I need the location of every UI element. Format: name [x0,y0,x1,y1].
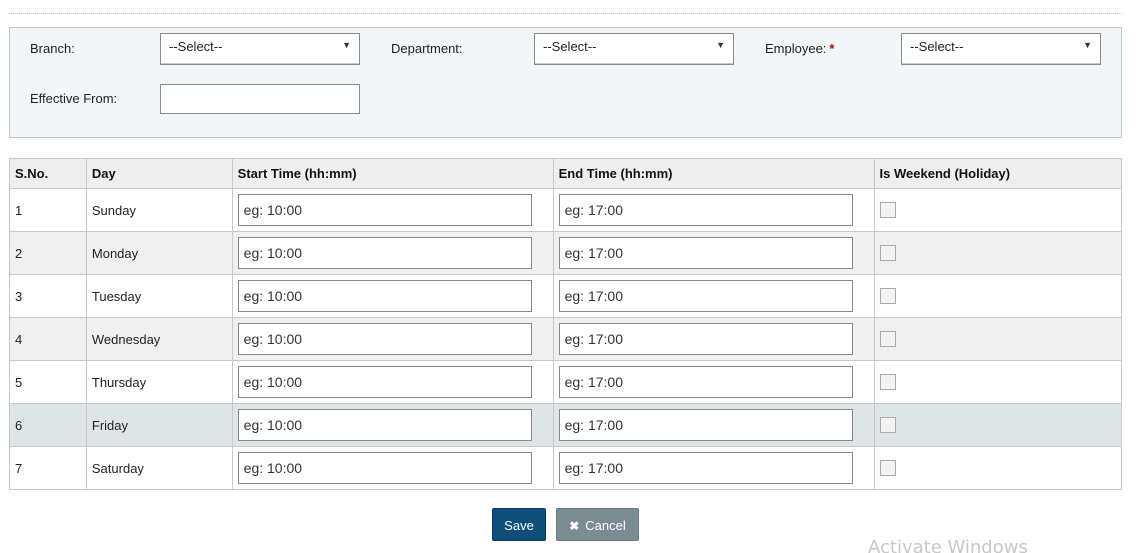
table-row: 7 Saturday eg: 10:00 eg: 17:00 [9,446,1123,490]
employee-select[interactable]: --Select-- ▼ [901,33,1101,65]
row-day: Tuesday [85,274,233,318]
row-day: Monday [85,231,233,275]
end-time-input[interactable]: eg: 17:00 [558,194,853,226]
header-is-weekend: Is Weekend (Holiday) [873,158,1123,189]
row-sno: 5 [9,360,87,404]
windows-activation-watermark: Activate Windows [868,537,1028,553]
row-day: Thursday [85,360,233,404]
branch-select[interactable]: --Select-- ▼ [160,33,360,65]
table-row: 5 Thursday eg: 10:00 eg: 17:00 [9,360,1123,404]
row-day: Sunday [85,188,233,232]
end-time-input[interactable]: eg: 17:00 [558,237,853,269]
cancel-button[interactable]: ✖ Cancel [556,508,639,541]
schedule-table: S.No. Day Start Time (hh:mm) End Time (h… [9,158,1123,490]
header-day: Day [85,158,233,189]
table-row: 3 Tuesday eg: 10:00 eg: 17:00 [9,274,1123,318]
row-sno: 4 [9,317,87,361]
end-time-input[interactable]: eg: 17:00 [558,409,853,441]
end-time-input[interactable]: eg: 17:00 [558,280,853,312]
weekend-checkbox[interactable] [879,460,896,476]
weekend-checkbox[interactable] [879,331,896,347]
department-select[interactable]: --Select-- ▼ [534,33,734,65]
employee-label: Employee: * [765,41,834,56]
employee-select-value: --Select-- [910,39,964,54]
row-sno: 7 [9,446,87,490]
row-sno: 3 [9,274,87,318]
row-sno: 2 [9,231,87,275]
row-day: Wednesday [85,317,233,361]
weekend-checkbox[interactable] [879,374,896,390]
start-time-input[interactable]: eg: 10:00 [237,280,532,312]
start-time-input[interactable]: eg: 10:00 [237,366,532,398]
header-end-time: End Time (hh:mm) [552,158,875,189]
branch-select-value: --Select-- [169,39,223,54]
table-header-row: S.No. Day Start Time (hh:mm) End Time (h… [9,158,1123,189]
save-button[interactable]: Save [492,508,546,541]
header-sno: S.No. [9,158,87,189]
end-time-input[interactable]: eg: 17:00 [558,452,853,484]
start-time-input[interactable]: eg: 10:00 [237,237,532,269]
branch-label: Branch: [30,41,75,56]
end-time-input[interactable]: eg: 17:00 [558,366,853,398]
row-sno: 6 [9,403,87,447]
weekend-checkbox[interactable] [879,202,896,218]
end-time-input[interactable]: eg: 17:00 [558,323,853,355]
start-time-input[interactable]: eg: 10:00 [237,323,532,355]
cancel-button-label: Cancel [585,518,626,533]
weekend-checkbox[interactable] [879,245,896,261]
department-select-value: --Select-- [543,39,597,54]
table-row: 4 Wednesday eg: 10:00 eg: 17:00 [9,317,1123,361]
table-row: 1 Sunday eg: 10:00 eg: 17:00 [9,188,1123,232]
start-time-input[interactable]: eg: 10:00 [237,194,532,226]
required-marker: * [829,41,835,56]
top-divider [9,13,1122,14]
start-time-input[interactable]: eg: 10:00 [237,452,532,484]
start-time-input[interactable]: eg: 10:00 [237,409,532,441]
dropdown-caret-icon: ▼ [716,40,725,50]
close-icon: ✖ [569,519,580,533]
employee-label-text: Employee: [765,41,827,56]
weekend-checkbox[interactable] [879,417,896,433]
table-row: 2 Monday eg: 10:00 eg: 17:00 [9,231,1123,275]
effective-from-input[interactable] [160,84,360,114]
filter-panel: Branch: --Select-- ▼ Department: --Selec… [9,27,1122,138]
dropdown-caret-icon: ▼ [1083,40,1092,50]
row-day: Friday [85,403,233,447]
department-label: Department: [391,41,463,56]
weekend-checkbox[interactable] [879,288,896,304]
effective-from-label: Effective From: [30,91,118,106]
row-day: Saturday [85,446,233,490]
header-start-time: Start Time (hh:mm) [231,158,554,189]
table-row: 6 Friday eg: 10:00 eg: 17:00 [9,403,1123,447]
dropdown-caret-icon: ▼ [342,40,351,50]
row-sno: 1 [9,188,87,232]
